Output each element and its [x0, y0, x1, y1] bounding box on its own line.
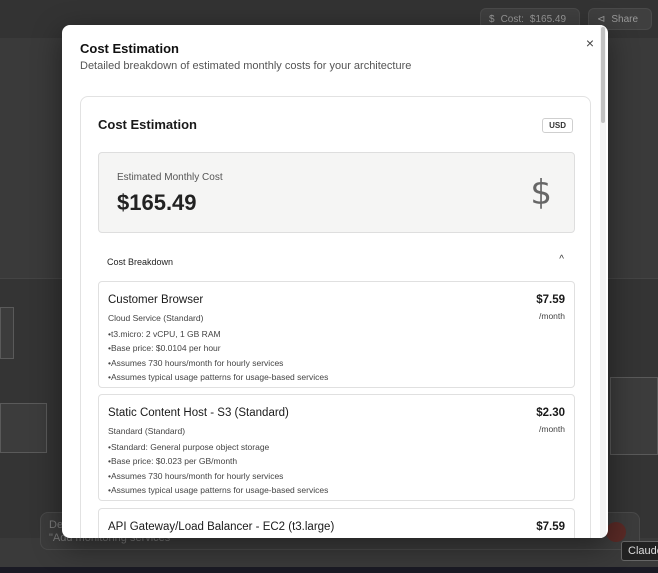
cost-item-details: Standard: General purpose object storage…	[108, 440, 328, 497]
diagram-node[interactable]	[0, 403, 47, 453]
share-label: Share	[611, 13, 639, 25]
estimated-cost-label: Estimated Monthly Cost	[117, 172, 223, 183]
cost-pill-value: $165.49	[529, 13, 567, 25]
cost-item-detail: Standard: General purpose object storage	[108, 440, 328, 454]
cost-item: Static Content Host - S3 (Standard) $2.3…	[98, 394, 575, 501]
close-icon[interactable]: ×	[582, 35, 598, 51]
cost-item-name: Static Content Host - S3 (Standard)	[108, 407, 289, 419]
taskbar	[0, 567, 658, 573]
cost-item-price: $7.59	[536, 294, 565, 306]
cost-item: Customer Browser $7.59 /month Cloud Serv…	[98, 281, 575, 388]
card-title: Cost Estimation	[98, 117, 197, 132]
cost-item: API Gateway/Load Balancer - EC2 (t3.larg…	[98, 508, 575, 538]
cost-item-type: Standard (Standard)	[108, 426, 186, 436]
cost-item-detail: Assumes 730 hours/month for hourly servi…	[108, 469, 328, 483]
estimated-cost-value: $165.49	[117, 190, 197, 215]
cost-item-price: $2.30	[536, 407, 565, 419]
diagram-node[interactable]	[0, 307, 14, 359]
cost-item-detail: Assumes typical usage patterns for usage…	[108, 370, 328, 384]
dialog-description: Detailed breakdown of estimated monthly …	[80, 60, 412, 72]
estimated-cost-box: Estimated Monthly Cost $165.49 $	[98, 152, 575, 233]
cost-item-detail: Assumes 730 hours/month for hourly servi…	[108, 356, 328, 370]
cost-item-type: Cloud Service (Standard)	[108, 313, 204, 323]
cost-item-detail: Base price: $0.023 per GB/month	[108, 454, 328, 468]
cost-breakdown-header[interactable]: Cost Breakdown	[107, 257, 173, 267]
cost-item-detail: t3.micro: 2 vCPU, 1 GB RAM	[108, 327, 328, 341]
diagram-node[interactable]	[610, 377, 658, 455]
cost-item-price: $7.59	[536, 521, 565, 533]
cost-item-period: /month	[539, 424, 565, 434]
dialog-title: Cost Estimation	[80, 41, 179, 56]
currency-badge: USD	[542, 118, 573, 133]
scrollbar-thumb[interactable]	[601, 27, 605, 123]
cost-item-detail: Base price: $0.0104 per hour	[108, 341, 328, 355]
send-icon[interactable]	[606, 522, 626, 542]
share-icon: ⊲	[597, 13, 606, 25]
cost-item-name: Customer Browser	[108, 294, 204, 306]
cost-estimation-card: Cost Estimation USD Estimated Monthly Co…	[80, 96, 591, 538]
cost-item-name: API Gateway/Load Balancer - EC2 (t3.larg…	[108, 521, 335, 533]
cost-item-detail: Assumes typical usage patterns for usage…	[108, 483, 328, 497]
chevron-up-icon[interactable]: ^	[559, 254, 564, 265]
dollar-icon: $	[489, 13, 495, 25]
tooltip: Claude	[621, 541, 658, 561]
cost-item-period: /month	[539, 311, 565, 321]
cost-estimation-dialog: Cost Estimation Detailed breakdown of es…	[62, 25, 608, 538]
cost-item-details: t3.micro: 2 vCPU, 1 GB RAM Base price: $…	[108, 327, 328, 384]
dollar-icon: $	[530, 173, 552, 213]
cost-pill-label: Cost:	[500, 13, 524, 25]
